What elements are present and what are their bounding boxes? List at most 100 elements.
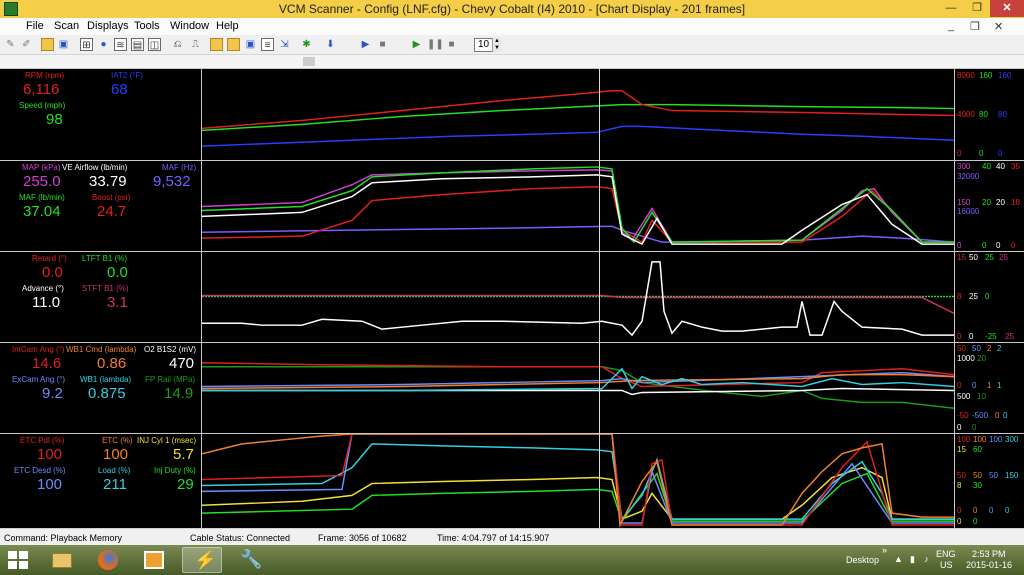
child-minimize-button[interactable]: _	[948, 20, 954, 32]
open-log-icon[interactable]	[210, 38, 223, 51]
chart-plot-throttle[interactable]	[202, 434, 954, 528]
scale-panel: 300 40 40 35 32000 150 20 20 18 16000 0 …	[954, 161, 1024, 251]
gauge-icon[interactable]: ●	[97, 38, 110, 51]
scale-label: 0	[957, 517, 962, 526]
network-icon[interactable]: ▮	[910, 554, 915, 565]
taskbar-firefox[interactable]	[88, 547, 128, 573]
minimize-button[interactable]: —	[938, 0, 964, 17]
taskbar-media-app[interactable]	[134, 547, 174, 573]
scale-label: 40	[982, 162, 991, 171]
save-log-icon[interactable]: ▣	[244, 38, 257, 51]
clock-date[interactable]: 2015-01-16	[966, 560, 1012, 570]
clock-time[interactable]: 2:53 PM	[972, 549, 1006, 559]
scale-label: 0	[957, 506, 962, 515]
menu-displays[interactable]: Displays	[87, 20, 129, 32]
chart-view-icon[interactable]: ≋	[114, 38, 127, 51]
stop-playback-icon[interactable]: ■	[445, 38, 458, 51]
language-indicator[interactable]: ENG	[936, 549, 956, 559]
scale-label: 0	[973, 506, 978, 515]
scale-label: 4000	[957, 110, 975, 119]
values-panel: IntCam Ang (°) 14.6 WB1 Cmd (lambda) 0.8…	[0, 343, 202, 433]
window-title: VCM Scanner - Config (LNF.cfg) - Chevy C…	[278, 2, 746, 16]
taskbar: ⚡ 🔧 Desktop » ▲ ▮ ♪ ENG US 2:53 PM 2015-…	[0, 545, 1024, 575]
taskbar-file-explorer[interactable]	[42, 547, 82, 573]
etc-label: ETC (%)	[102, 436, 133, 445]
child-restore-button[interactable]: ❐	[970, 20, 980, 33]
play-icon[interactable]: ▶	[410, 38, 423, 51]
etc-desd-label: ETC Desd (%)	[14, 466, 66, 475]
excam-label: ExCam Ang (°)	[12, 375, 65, 384]
maf-hz-value: 9,532	[153, 173, 191, 190]
close-button[interactable]: ✕	[990, 0, 1024, 17]
status-command: Command: Playback Memory	[4, 533, 123, 543]
split-view-icon[interactable]: ◫	[148, 38, 161, 51]
scale-label: 20	[977, 354, 986, 363]
scale-panel: 8000 160 160 4000 80 80 0 0 0	[954, 69, 1024, 160]
document-icon[interactable]: ≡	[261, 38, 274, 51]
vehicle-icon[interactable]: ⎍	[189, 38, 202, 51]
scale-label: 0	[998, 149, 1003, 158]
scale-label: 0	[996, 241, 1001, 250]
maximize-button[interactable]: ❐	[964, 0, 990, 17]
open-config-icon[interactable]	[227, 38, 240, 51]
rpm-label: RPM (rpm)	[25, 71, 65, 80]
volume-icon[interactable]: ♪	[924, 554, 929, 564]
play-back-icon[interactable]: ▶	[359, 38, 372, 51]
export-icon[interactable]: ⇲	[278, 38, 291, 51]
fp-rail-value: 14.9	[164, 385, 194, 402]
status-time: Time: 4:04.797 of 14:15.907	[437, 533, 550, 543]
title-bar[interactable]: VCM Scanner - Config (LNF.cfg) - Chevy C…	[0, 0, 1024, 18]
ve-airflow-label: VE Airflow (lb/min)	[62, 163, 128, 172]
save-icon[interactable]: ▣	[57, 38, 70, 51]
chart-plot-timing[interactable]	[202, 252, 954, 342]
scale-label: 16000	[957, 207, 980, 216]
cable-icon[interactable]: ⎌	[171, 38, 184, 51]
scale-label: 1	[987, 381, 992, 390]
table-view-icon[interactable]: ▤	[131, 38, 144, 51]
menu-window[interactable]: Window	[170, 20, 209, 32]
taskbar-tools[interactable]: 🔧	[228, 547, 268, 573]
folder-icon	[52, 553, 72, 568]
desktop-toolbar-label[interactable]: Desktop	[846, 555, 879, 565]
pen-icon[interactable]: ✎	[4, 38, 17, 51]
menu-help[interactable]: Help	[216, 20, 239, 32]
menu-file[interactable]: File	[26, 20, 44, 32]
playback-cursor-line[interactable]	[599, 68, 600, 528]
status-bar: Command: Playback Memory Cable Status: C…	[0, 528, 1024, 545]
scrollbar-thumb[interactable]	[303, 57, 315, 66]
open-folder-icon[interactable]	[41, 38, 54, 51]
inj-duty-value: 29	[177, 476, 194, 493]
chart-plot-cam-fuel[interactable]	[202, 343, 954, 433]
toolbar-chevron[interactable]: »	[882, 545, 887, 555]
download-icon[interactable]: ⬇	[324, 38, 337, 51]
scale-label: 0	[957, 381, 962, 390]
scale-label: 40	[996, 162, 1005, 171]
stft-label: STFT B1 (%)	[82, 284, 129, 293]
scale-label: 60	[973, 445, 982, 454]
media-icon	[144, 551, 164, 569]
child-close-button[interactable]: ✕	[994, 20, 1003, 33]
pause-icon[interactable]: ❚❚	[427, 38, 444, 51]
chart-plot-engine[interactable]	[202, 69, 954, 160]
menu-scan[interactable]: Scan	[54, 20, 79, 32]
wb1-cmd-label: WB1 Cmd (lambda)	[66, 345, 137, 354]
chart-row-timing: Retard (°) 0.0 LTFT B1 (%) 0.0 Advance (…	[0, 251, 1024, 342]
grid-view-icon[interactable]: ⊞	[80, 38, 93, 51]
pencil-icon[interactable]: ✐	[20, 38, 33, 51]
scale-label: 0	[972, 423, 977, 432]
start-button[interactable]	[8, 551, 28, 569]
scale-label: 15	[957, 253, 966, 262]
frame-step-spinner[interactable]: ▲ ▼	[492, 38, 501, 52]
scale-label: 50	[972, 344, 981, 353]
settings-icon[interactable]: ✱	[300, 38, 313, 51]
chart-plot-airflow[interactable]	[202, 161, 954, 251]
chart-row-throttle: ETC Pdl (%) 100 ETC (%) 100 INJ Cyl 1 (m…	[0, 433, 1024, 528]
stop-icon[interactable]: ■	[376, 38, 389, 51]
scale-label: -25	[985, 332, 997, 341]
taskbar-vcm-scanner[interactable]: ⚡	[182, 547, 222, 573]
tray-arrow-icon[interactable]: ▲	[894, 554, 903, 564]
chart-scrollbar[interactable]	[0, 55, 1024, 68]
scale-label: 50	[969, 253, 978, 262]
menu-tools[interactable]: Tools	[134, 20, 160, 32]
advance-label: Advance (°)	[22, 284, 64, 293]
